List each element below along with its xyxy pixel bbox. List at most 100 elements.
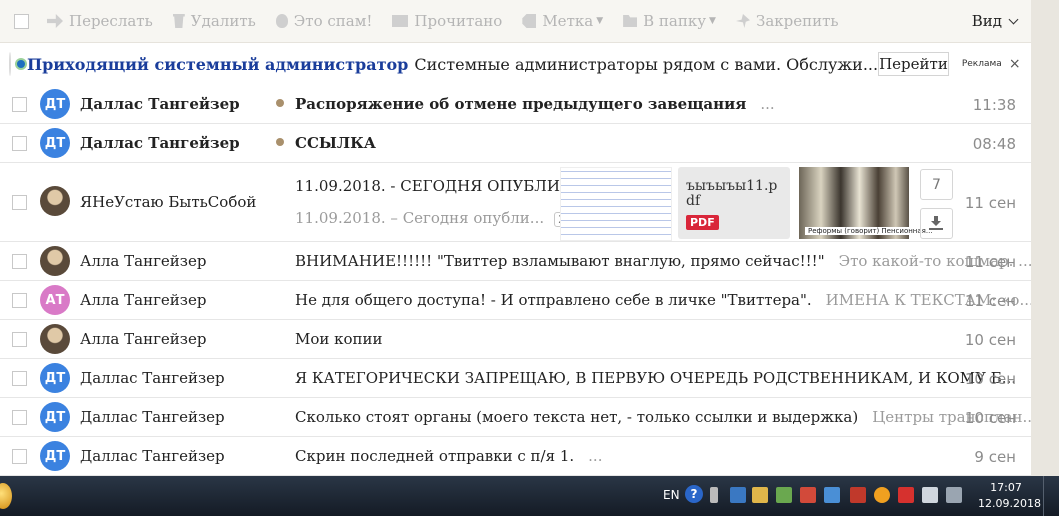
row-checkbox[interactable] [12,195,27,210]
date: 08:48 [972,135,1016,153]
message-row[interactable]: ДТ Даллас Тангейзер ССЫЛКА 08:48 [0,124,1031,163]
subject-line: ВНИМАНИЕ!!!!!! "Твиттер взламывают внагл… [295,252,1031,270]
caret-down-icon: ▼ [596,16,604,26]
tray-display-icon[interactable] [922,487,938,503]
view-menu-button[interactable]: Вид [972,12,1019,30]
date: 11:38 [972,96,1016,114]
snippet: ... [588,447,603,465]
row-checkbox[interactable] [12,449,27,464]
date: 10 сен [964,370,1016,388]
move-to-folder-button[interactable]: В папку ▼ [623,12,716,30]
subject-line: Сколько стоят органы (моего текста нет, … [295,408,1031,426]
avatar: ДТ [40,89,70,119]
clock-date: 12.09.2018 [978,497,1041,510]
chevron-down-icon [1008,14,1019,24]
caret-down-icon: ▼ [709,16,716,26]
subject: Скрин последней отправки с п/я 1. [295,447,575,465]
ad-close-icon[interactable]: × [1009,56,1021,72]
attachment-thumbnail-image[interactable]: Реформы (говорит) Пенсионная... [799,167,936,239]
row-checkbox[interactable] [12,332,27,347]
sender-name: ЯНеУстаю БытьСобой [80,193,257,211]
label-button[interactable]: Метка ▼ [522,12,603,30]
sender-name: Алла Тангейзер [80,252,207,270]
ad-text: Системные администраторы рядом с вами. О… [414,54,879,74]
avatar: ДТ [40,128,70,158]
subject: Я КАТЕГОРИЧЕСКИ ЗАПРЕЩАЮ, В ПЕРВУЮ ОЧЕРЕ… [295,369,1017,387]
subject: 11.09.2018. - СЕГОДНЯ ОПУБЛИК... [295,177,586,195]
avatar [40,324,70,354]
spam-button[interactable]: Это спам! [275,12,372,30]
sender-name: Даллас Тангейзер [80,369,225,387]
tray-tools-icon[interactable] [850,487,866,503]
date: 11 сен [964,194,1016,212]
thumbnail-caption: Реформы (говорит) Пенсионная... [805,227,936,235]
tray-expand-icon[interactable] [710,487,718,503]
ad-go-button[interactable]: Перейти [878,52,949,76]
pin-button[interactable]: Закрепить [735,12,839,30]
message-row[interactable]: ДТ Даллас Тангейзер Я КАТЕГОРИЧЕСКИ ЗАПР… [0,359,1031,398]
subject: Сколько стоят органы (моего текста нет, … [295,408,859,426]
sender-name: Алла Тангейзер [80,330,207,348]
tray-power-icon[interactable] [946,487,962,503]
delete-button[interactable]: Удалить [172,12,256,30]
message-row[interactable]: ДТ Даллас Тангейзер Распоряжение об отме… [0,85,1031,124]
date: 11 сен [964,292,1016,310]
subject: Не для общего доступа! - И отправлено се… [295,291,812,309]
ad-banner[interactable]: Приходящий системный администратор Систе… [0,43,1031,86]
mail-list-pane: Переслать Удалить Это спам! Прочитано Ме… [0,0,1031,476]
subject-line: ССЫЛКА [295,134,376,152]
snippet: ... [760,95,775,113]
show-desktop-button[interactable] [1043,476,1044,516]
download-icon[interactable] [920,208,953,239]
tray-acrobat-icon[interactable] [898,487,914,503]
tray-update-icon[interactable] [874,487,890,503]
avatar: ДТ [40,441,70,471]
snippet: 11.09.2018. – Сегодня опубли... [295,209,545,227]
row-checkbox[interactable] [12,293,27,308]
help-icon[interactable]: ? [685,485,703,503]
start-button-icon[interactable] [0,483,12,509]
tray-app-icon[interactable] [824,487,840,503]
message-row[interactable]: Алла Тангейзер ВНИМАНИЕ!!!!!! "Твиттер в… [0,242,1031,281]
mark-read-button[interactable]: Прочитано [392,12,502,30]
page-scrollbar[interactable] [1031,0,1059,476]
tray-check-icon[interactable] [776,487,792,503]
row-checkbox[interactable] [12,136,27,151]
attachments-count-button[interactable]: 7 [920,169,953,200]
pin-icon [735,14,750,28]
sender-name: Даллас Тангейзер [80,134,240,152]
forward-button[interactable]: Переслать [47,12,153,30]
message-row[interactable]: ДТ Даллас Тангейзер Сколько стоят органы… [0,398,1031,437]
avatar: ДТ [40,363,70,393]
ad-title[interactable]: Приходящий системный администратор [27,55,408,74]
envelope-icon [392,15,409,27]
unread-dot-icon[interactable] [276,138,284,146]
row-checkbox[interactable] [12,410,27,425]
row-checkbox[interactable] [12,254,27,269]
date: 11 сен [964,253,1016,271]
message-row[interactable]: Алла Тангейзер Мои копии 10 сен [0,320,1031,359]
tag-icon [522,14,537,28]
attachment-thumbnail-document[interactable] [560,167,672,241]
tray-folder-icon[interactable] [752,487,768,503]
unread-dot-icon[interactable] [276,99,284,107]
tray-volume-muted-icon[interactable] [800,487,816,503]
forward-arrow-icon [47,14,63,28]
language-indicator[interactable]: EN [663,488,680,502]
select-all-checkbox[interactable] [14,13,29,29]
windows-taskbar: EN ? 17:07 12.09.2018 [0,476,1059,516]
avatar [40,186,70,216]
message-row[interactable]: ЯНеУстаю БытьСобой 11.09.2018. - СЕГОДНЯ… [0,163,1031,242]
subject-line: Скрин последней отправки с п/я 1.... [295,447,602,465]
message-row[interactable]: ДТ Даллас Тангейзер Скрин последней отпр… [0,437,1031,476]
pdf-badge: PDF [686,215,719,230]
subject-line: Распоряжение об отмене предыдущего завещ… [295,95,775,113]
row-checkbox[interactable] [12,371,27,386]
date: 9 сен [974,448,1016,466]
date: 10 сен [964,409,1016,427]
tray-network-icon[interactable] [730,487,746,503]
message-row[interactable]: АТ Алла Тангейзер Не для общего доступа!… [0,281,1031,320]
row-checkbox[interactable] [12,97,27,112]
taskbar-clock[interactable]: 17:07 12.09.2018 [978,480,1041,512]
attachment-pdf[interactable]: ъыъыъы11.pdf PDF [678,167,790,239]
